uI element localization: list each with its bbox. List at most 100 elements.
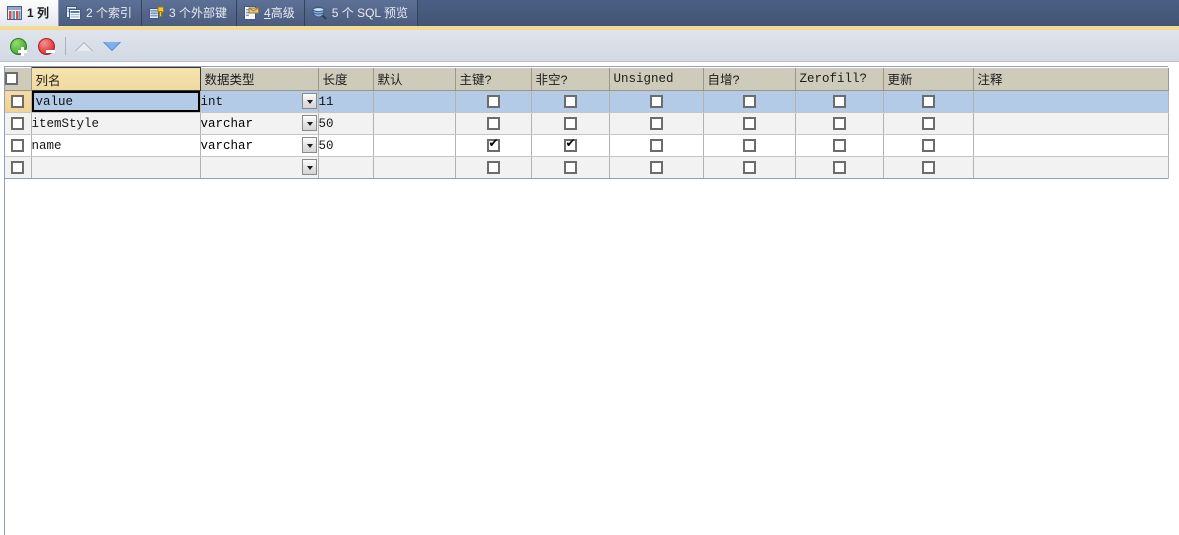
cell-on-update-checkbox[interactable] (921, 94, 935, 108)
cell-column-name[interactable] (31, 156, 201, 179)
cell-unsigned-checkbox[interactable] (649, 138, 663, 152)
cell-default[interactable] (373, 112, 456, 135)
cell-comment[interactable] (973, 112, 1169, 135)
cell-not-null[interactable] (531, 156, 610, 179)
tab-foreign-keys[interactable]: 3 个外部键 (142, 0, 238, 26)
cell-column-name[interactable]: value (31, 90, 201, 113)
cell-on-update[interactable] (883, 112, 974, 135)
cell-not-null-checkbox[interactable] (563, 137, 577, 152)
header-zerofill[interactable]: Zerofill? (795, 67, 884, 91)
cell-primary-key-checkbox[interactable] (486, 116, 500, 130)
add-column-button[interactable] (7, 34, 31, 58)
cell-primary-key[interactable] (455, 112, 532, 135)
cell-unsigned-checkbox[interactable] (649, 160, 663, 174)
row-select-cell[interactable] (5, 112, 32, 135)
cell-auto-increment[interactable] (703, 134, 796, 157)
cell-column-name[interactable]: itemStyle (31, 112, 201, 135)
delete-column-button[interactable] (35, 34, 59, 58)
row-select-checkbox[interactable] (11, 116, 25, 130)
cell-data-type[interactable]: varchar (200, 112, 319, 135)
header-select-all[interactable] (5, 67, 32, 91)
cell-zerofill[interactable] (795, 134, 884, 157)
header-default[interactable]: 默认 (373, 67, 456, 91)
cell-primary-key-checkbox[interactable] (486, 160, 500, 174)
row-select-checkbox[interactable] (11, 160, 25, 174)
tab-columns[interactable]: 1 列 (0, 0, 60, 26)
tab-sql-preview[interactable]: 5 个 SQL 预览 (304, 0, 418, 26)
row-select-cell[interactable] (5, 134, 32, 157)
cell-primary-key-checkbox[interactable] (486, 94, 500, 108)
cell-auto-increment-checkbox[interactable] (742, 138, 756, 152)
cell-auto-increment[interactable] (703, 90, 796, 113)
cell-auto-increment-checkbox[interactable] (742, 116, 756, 130)
cell-not-null[interactable] (531, 112, 610, 135)
cell-comment[interactable] (973, 90, 1169, 113)
cell-unsigned[interactable] (609, 134, 704, 157)
header-primary-key[interactable]: 主键? (455, 67, 532, 91)
table-row[interactable]: itemStyle varchar 50 (5, 112, 1169, 135)
cell-unsigned[interactable] (609, 156, 704, 179)
cell-auto-increment-checkbox[interactable] (742, 94, 756, 108)
cell-column-name[interactable]: name (31, 134, 201, 157)
data-type-dropdown-button[interactable] (301, 137, 317, 153)
cell-comment[interactable] (973, 156, 1169, 179)
tab-advanced[interactable]: 4高级 (237, 0, 305, 26)
row-select-cell[interactable] (5, 156, 32, 179)
cell-comment[interactable] (973, 134, 1169, 157)
header-auto-increment[interactable]: 自增? (703, 67, 796, 91)
data-type-dropdown-button[interactable] (301, 115, 317, 131)
cell-zerofill-checkbox[interactable] (832, 94, 846, 108)
row-select-checkbox[interactable] (11, 94, 25, 108)
cell-auto-increment[interactable] (703, 112, 796, 135)
cell-default[interactable] (373, 156, 456, 179)
cell-length[interactable] (318, 156, 374, 179)
move-up-button[interactable] (72, 34, 96, 58)
cell-auto-increment[interactable] (703, 156, 796, 179)
cell-zerofill[interactable] (795, 112, 884, 135)
cell-not-null-checkbox[interactable] (563, 160, 577, 174)
cell-unsigned[interactable] (609, 90, 704, 113)
data-type-dropdown-button[interactable] (301, 93, 317, 109)
data-type-dropdown-button[interactable] (301, 159, 317, 175)
header-comment[interactable]: 注释 (973, 67, 1169, 91)
cell-length[interactable]: 50 (318, 112, 374, 135)
cell-data-type[interactable]: int (200, 90, 319, 113)
cell-on-update-checkbox[interactable] (921, 116, 935, 130)
cell-on-update-checkbox[interactable] (921, 138, 935, 152)
header-on-update[interactable]: 更新 (883, 67, 974, 91)
cell-primary-key-checkbox[interactable] (486, 137, 500, 152)
table-row[interactable] (5, 156, 1169, 179)
cell-primary-key[interactable] (455, 134, 532, 157)
table-row[interactable]: value int 11 (5, 90, 1169, 113)
header-column-name[interactable]: 列名 (30, 67, 201, 91)
select-all-checkbox[interactable] (5, 71, 18, 85)
cell-zerofill-checkbox[interactable] (832, 116, 846, 130)
cell-length[interactable]: 50 (318, 134, 374, 157)
cell-primary-key[interactable] (455, 156, 532, 179)
cell-default[interactable] (373, 90, 456, 113)
cell-zerofill-checkbox[interactable] (832, 138, 846, 152)
cell-not-null-checkbox[interactable] (563, 94, 577, 108)
cell-on-update[interactable] (883, 90, 974, 113)
cell-on-update-checkbox[interactable] (921, 160, 935, 174)
header-unsigned[interactable]: Unsigned (609, 67, 704, 91)
cell-unsigned-checkbox[interactable] (649, 94, 663, 108)
cell-data-type[interactable]: varchar (200, 134, 319, 157)
cell-unsigned[interactable] (609, 112, 704, 135)
cell-on-update[interactable] (883, 134, 974, 157)
cell-zerofill[interactable] (795, 90, 884, 113)
cell-length[interactable]: 11 (318, 90, 374, 113)
cell-default[interactable] (373, 134, 456, 157)
cell-zerofill-checkbox[interactable] (832, 160, 846, 174)
row-select-cell[interactable] (5, 90, 32, 113)
header-data-type[interactable]: 数据类型 (200, 67, 319, 91)
cell-primary-key[interactable] (455, 90, 532, 113)
cell-unsigned-checkbox[interactable] (649, 116, 663, 130)
table-row[interactable]: name varchar 50 (5, 134, 1169, 157)
cell-not-null[interactable] (531, 90, 610, 113)
cell-data-type[interactable] (200, 156, 319, 179)
header-not-null[interactable]: 非空? (531, 67, 610, 91)
cell-zerofill[interactable] (795, 156, 884, 179)
header-length[interactable]: 长度 (318, 67, 374, 91)
cell-not-null[interactable] (531, 134, 610, 157)
